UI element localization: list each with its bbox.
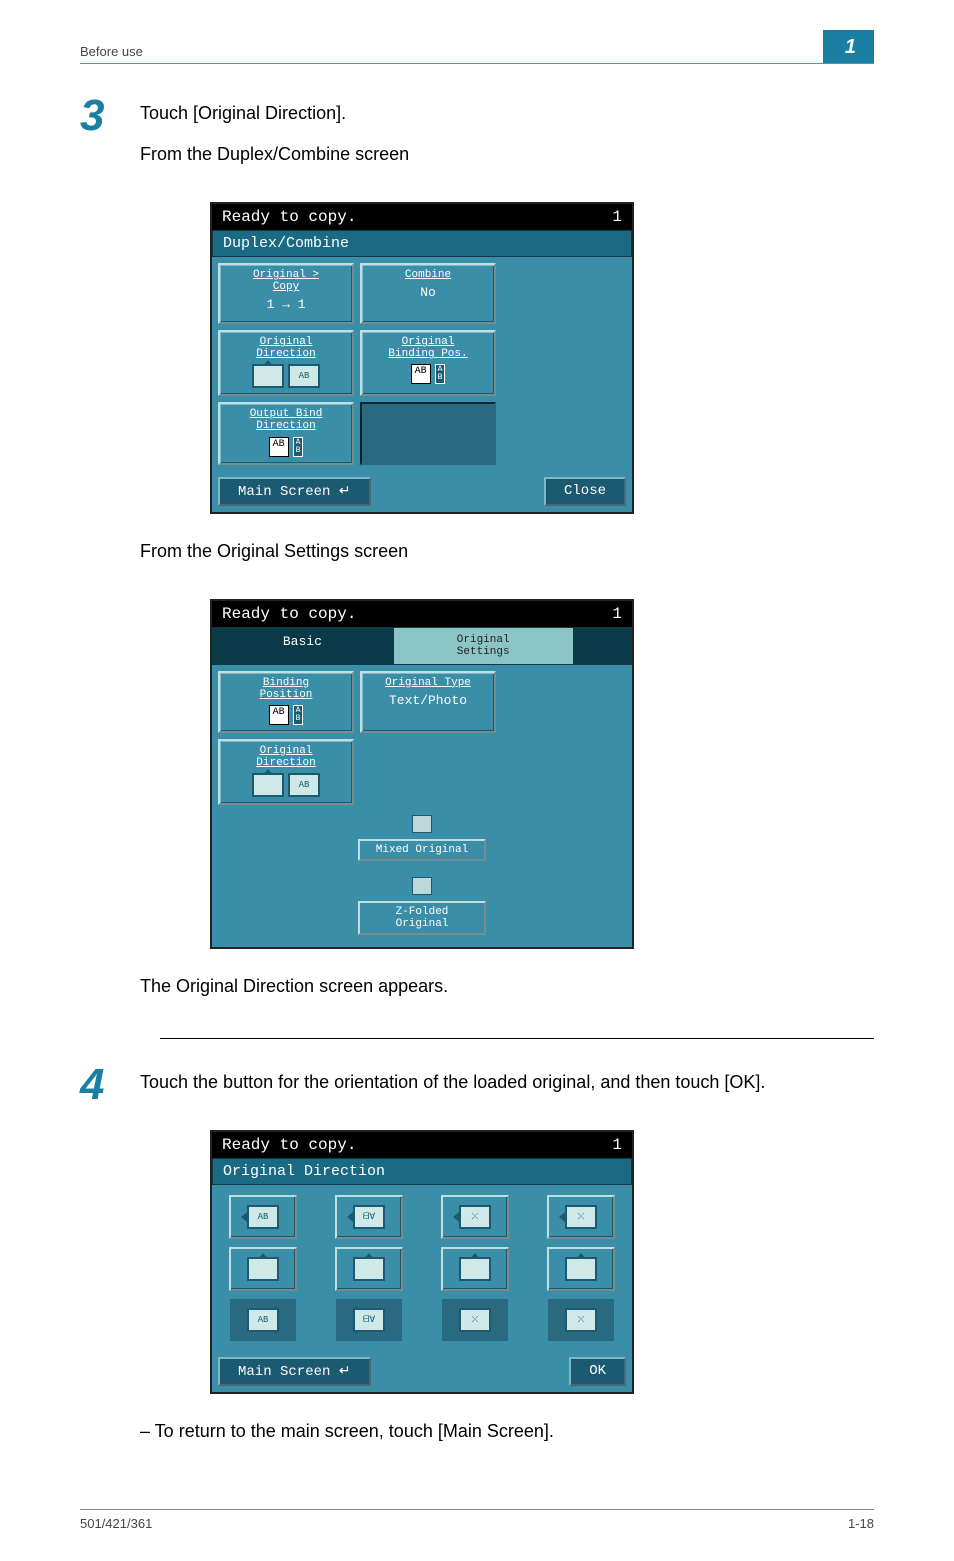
status-text: Ready to copy. bbox=[222, 1136, 356, 1154]
z-folded-original-button[interactable]: Z-Folded Original bbox=[358, 901, 486, 935]
direction-option-11[interactable]: ⤬ bbox=[442, 1299, 508, 1341]
ab-stack-icon: AB bbox=[435, 364, 446, 384]
page-footer: 501/421/361 1-18 bbox=[80, 1509, 874, 1531]
direction-option-2[interactable]: ᗺ∀ bbox=[335, 1195, 403, 1239]
chapter-number-tab: 1 bbox=[823, 30, 874, 63]
orientation-icon: ᗺ∀ bbox=[353, 1308, 385, 1332]
orientation-icon bbox=[247, 1257, 279, 1281]
status-text: Ready to copy. bbox=[222, 605, 356, 623]
ab-icon: AB bbox=[269, 437, 289, 457]
up-arrow-icon: ↵ bbox=[339, 1364, 351, 1380]
step-number-3: 3 bbox=[80, 94, 140, 182]
binding-position-button[interactable]: Binding Position AB AB bbox=[218, 671, 354, 733]
orientation-icon bbox=[459, 1257, 491, 1281]
direction-icon: AB bbox=[288, 773, 320, 797]
orientation-icon: ᗺ∀ bbox=[353, 1205, 385, 1229]
original-type-button[interactable]: Original Type Text/Photo bbox=[360, 671, 496, 733]
mixed-original-area: Mixed Original bbox=[356, 811, 488, 867]
status-text: Ready to copy. bbox=[222, 208, 356, 226]
direction-option-6[interactable] bbox=[335, 1247, 403, 1291]
direction-option-4[interactable]: ⤬ bbox=[547, 1195, 615, 1239]
direction-option-1[interactable]: AB bbox=[229, 1195, 297, 1239]
orientation-icon bbox=[565, 1257, 597, 1281]
tab-empty bbox=[574, 627, 632, 665]
header-section-title: Before use bbox=[80, 44, 143, 59]
footer-page-number: 1-18 bbox=[848, 1516, 874, 1531]
status-bar: Ready to copy. 1 bbox=[212, 204, 632, 230]
orientation-icon: ⤬ bbox=[565, 1308, 597, 1332]
empty-cell bbox=[360, 402, 496, 464]
page-header: Before use 1 bbox=[80, 30, 874, 64]
tab-original-settings[interactable]: Original Settings bbox=[393, 627, 574, 665]
step-number-4: 4 bbox=[80, 1063, 140, 1110]
original-binding-pos-button[interactable]: Original Binding Pos. AB AB bbox=[360, 330, 496, 396]
copy-count: 1 bbox=[612, 1136, 622, 1154]
ab-stack-icon: AB bbox=[293, 437, 304, 457]
step-divider bbox=[160, 1038, 874, 1039]
step3-caption-settings: From the Original Settings screen bbox=[140, 538, 874, 565]
direction-icon bbox=[252, 773, 284, 797]
orientation-icon: ⤬ bbox=[459, 1205, 491, 1229]
direction-icon bbox=[252, 364, 284, 388]
main-screen-button[interactable]: Main Screen ↵ bbox=[218, 1357, 371, 1386]
footer-model: 501/421/361 bbox=[80, 1516, 152, 1531]
orientation-icon: AB bbox=[247, 1205, 279, 1229]
duplex-combine-panel: Ready to copy. 1 Duplex/Combine Original… bbox=[210, 202, 634, 514]
panel-title: Duplex/Combine bbox=[212, 230, 632, 257]
step3-result: The Original Direction screen appears. bbox=[140, 973, 874, 1000]
orientation-icon: ⤬ bbox=[565, 1205, 597, 1229]
main-screen-button[interactable]: Main Screen ↵ bbox=[218, 477, 371, 506]
close-button[interactable]: Close bbox=[544, 477, 626, 506]
combine-button[interactable]: Combine No bbox=[360, 263, 496, 324]
status-bar: Ready to copy. 1 bbox=[212, 601, 632, 627]
orientation-icon bbox=[353, 1257, 385, 1281]
status-bar: Ready to copy. 1 bbox=[212, 1132, 632, 1158]
document-icon bbox=[412, 815, 432, 833]
original-direction-panel: Ready to copy. 1 Original Direction AB ᗺ… bbox=[210, 1130, 634, 1394]
direction-option-8[interactable] bbox=[547, 1247, 615, 1291]
empty-cell bbox=[218, 873, 350, 941]
zfolded-area: Z-Folded Original bbox=[356, 873, 488, 941]
mixed-original-button[interactable]: Mixed Original bbox=[358, 839, 486, 861]
direction-option-3[interactable]: ⤬ bbox=[441, 1195, 509, 1239]
ab-icon: AB bbox=[411, 364, 431, 384]
step3-instruction: Touch [Original Direction]. bbox=[140, 100, 874, 127]
ab-stack-icon: AB bbox=[293, 705, 304, 725]
ab-icon: AB bbox=[269, 705, 289, 725]
copy-count: 1 bbox=[612, 605, 622, 623]
step3-caption-duplex: From the Duplex/Combine screen bbox=[140, 141, 874, 168]
document-icon bbox=[412, 877, 432, 895]
empty-cell bbox=[218, 811, 350, 867]
original-settings-panel: Ready to copy. 1 Basic Original Settings… bbox=[210, 599, 634, 949]
up-arrow-icon: ↵ bbox=[339, 484, 351, 500]
panel-title: Original Direction bbox=[212, 1158, 632, 1185]
original-direction-button[interactable]: Original Direction AB bbox=[218, 739, 354, 805]
direction-option-12[interactable]: ⤬ bbox=[548, 1299, 614, 1341]
direction-option-5[interactable] bbox=[229, 1247, 297, 1291]
ok-button[interactable]: OK bbox=[569, 1357, 626, 1386]
orientation-icon: ⤬ bbox=[459, 1308, 491, 1332]
original-direction-button[interactable]: Original Direction AB bbox=[218, 330, 354, 396]
direction-option-10[interactable]: ᗺ∀ bbox=[336, 1299, 402, 1341]
original-copy-button[interactable]: Original > Copy 1 → 1 bbox=[218, 263, 354, 324]
direction-icon: AB bbox=[288, 364, 320, 388]
tab-basic[interactable]: Basic bbox=[212, 627, 393, 665]
direction-option-9[interactable]: AB bbox=[230, 1299, 296, 1341]
empty-cell bbox=[494, 811, 626, 867]
orientation-icon: AB bbox=[247, 1308, 279, 1332]
step4-instruction: Touch the button for the orientation of … bbox=[140, 1069, 874, 1096]
direction-option-7[interactable] bbox=[441, 1247, 509, 1291]
output-bind-direction-button[interactable]: Output Bind Direction AB AB bbox=[218, 402, 354, 464]
empty-cell bbox=[360, 739, 492, 805]
copy-count: 1 bbox=[612, 208, 622, 226]
step4-note: – To return to the main screen, touch [M… bbox=[140, 1418, 874, 1445]
